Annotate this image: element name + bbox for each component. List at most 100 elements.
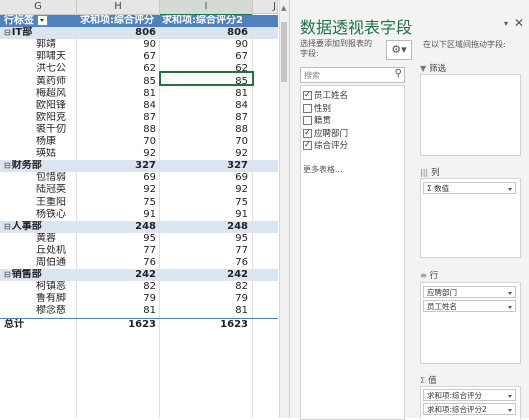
collapse-icon[interactable]: ⊟ xyxy=(4,221,11,233)
pivot-item-row: 穆念慈 81 81 xyxy=(0,305,278,317)
value-cell-h[interactable]: 92 xyxy=(104,148,156,160)
filter-zone[interactable] xyxy=(420,74,521,156)
values-chip-score2[interactable]: 求和项:综合评分2 xyxy=(423,403,516,415)
value-cell-h[interactable]: 77 xyxy=(104,245,156,257)
value-cell-h[interactable]: 82 xyxy=(104,281,156,293)
pivot-total-row: 总计 1623 1623 xyxy=(0,317,278,331)
columns-chip-values[interactable]: Σ 数值 xyxy=(423,182,516,194)
value-cell-i[interactable]: 1623 xyxy=(160,319,248,331)
value-header-i[interactable]: 求和项:综合评分2 xyxy=(162,15,252,27)
field-item[interactable]: 员工姓名 xyxy=(303,89,348,102)
value-cell-i[interactable]: 76 xyxy=(160,257,248,269)
values-chip-score[interactable]: 求和项:综合评分 xyxy=(423,389,516,401)
field-item[interactable]: 应聘部门 xyxy=(303,127,348,140)
field-item[interactable]: 综合评分 xyxy=(303,139,348,152)
value-cell-h[interactable]: 91 xyxy=(104,209,156,221)
collapse-icon[interactable]: ⊟ xyxy=(4,27,11,39)
value-cell-i[interactable]: 79 xyxy=(160,293,248,305)
value-cell-i[interactable]: 90 xyxy=(160,39,248,51)
value-cell-h[interactable]: 90 xyxy=(104,39,156,51)
value-cell-h[interactable]: 87 xyxy=(104,112,156,124)
rows-chip-employee[interactable]: 员工姓名 xyxy=(423,300,516,312)
value-cell-i[interactable]: 75 xyxy=(160,197,248,209)
value-cell-i[interactable]: 70 xyxy=(160,136,248,148)
spreadsheet-grid[interactable]: G H I J 行标签 求和项:综合评分 求和项:综合评分2 ⊟IT部 806 806 郭靖… xyxy=(0,0,278,418)
rows-zone-header: ≡ 行 xyxy=(420,269,438,281)
value-cell-h[interactable]: 88 xyxy=(104,124,156,136)
value-cell-h[interactable]: 81 xyxy=(104,305,156,317)
scroll-up-icon[interactable]: ▲ xyxy=(281,4,286,12)
value-cell-i[interactable]: 806 xyxy=(160,27,248,39)
group-label[interactable]: ⊟财务部 xyxy=(4,160,100,172)
close-icon[interactable]: ✕ xyxy=(514,16,524,30)
value-cell-h[interactable]: 81 xyxy=(104,88,156,100)
value-cell-h[interactable]: 79 xyxy=(104,293,156,305)
gear-icon: ⚙▾ xyxy=(391,43,407,56)
value-cell-h[interactable]: 62 xyxy=(104,63,156,75)
values-zone[interactable]: 求和项:综合评分 求和项:综合评分2 xyxy=(420,386,521,419)
value-cell-h[interactable]: 75 xyxy=(104,197,156,209)
value-cell-i[interactable]: 81 xyxy=(160,88,248,100)
rows-zone[interactable]: 应聘部门 员工姓名 xyxy=(420,282,521,364)
value-cell-h[interactable]: 85 xyxy=(104,76,156,88)
value-cell-i[interactable]: 248 xyxy=(160,221,248,233)
value-header-h[interactable]: 求和项:综合评分 xyxy=(80,15,160,27)
value-cell-i[interactable]: 91 xyxy=(160,209,248,221)
scrollbar-thumb[interactable] xyxy=(281,22,287,82)
field-checkbox[interactable] xyxy=(303,139,312,150)
total-label[interactable]: 总计 xyxy=(4,319,100,331)
value-cell-i[interactable]: 242 xyxy=(160,269,248,281)
value-cell-h[interactable]: 67 xyxy=(104,51,156,63)
field-checkbox[interactable] xyxy=(303,127,312,138)
tools-gear-button[interactable]: ⚙▾ xyxy=(386,40,412,60)
value-cell-h[interactable]: 92 xyxy=(104,184,156,196)
value-cell-i[interactable]: 67 xyxy=(160,51,248,63)
pane-options-chevron-icon[interactable]: ▾ xyxy=(504,19,508,28)
value-cell-i[interactable]: 92 xyxy=(160,148,248,160)
value-cell-h[interactable]: 84 xyxy=(104,100,156,112)
value-cell-i[interactable]: 81 xyxy=(160,305,248,317)
field-checkbox[interactable] xyxy=(303,89,312,100)
more-tables-link[interactable]: 更多表格... xyxy=(303,164,343,175)
columns-zone[interactable]: Σ 数值 xyxy=(420,178,521,258)
value-cell-h[interactable]: 1623 xyxy=(104,319,156,331)
value-cell-h[interactable]: 806 xyxy=(104,27,156,39)
field-item[interactable]: 籍贯 xyxy=(303,116,331,127)
pivot-item-row: 黄蓉 95 95 xyxy=(0,233,278,245)
collapse-icon[interactable]: ⊟ xyxy=(4,160,11,172)
value-cell-i[interactable]: 327 xyxy=(160,160,248,172)
value-cell-i[interactable]: 77 xyxy=(160,245,248,257)
value-cell-i[interactable]: 82 xyxy=(160,281,248,293)
value-cell-i[interactable]: 88 xyxy=(160,124,248,136)
column-header-j[interactable]: J xyxy=(253,0,278,14)
column-header-g[interactable]: G xyxy=(0,0,77,15)
value-cell-i[interactable]: 95 xyxy=(160,233,248,245)
group-label[interactable]: ⊟IT部 xyxy=(4,27,100,39)
value-cell-h[interactable]: 70 xyxy=(104,136,156,148)
column-header-h[interactable]: H xyxy=(77,0,160,15)
pivot-item-row: 陆冠英 92 92 xyxy=(0,184,278,196)
field-search-input[interactable]: 搜索 ⚲ xyxy=(300,67,405,83)
value-cell-h[interactable]: 76 xyxy=(104,257,156,269)
vertical-scrollbar[interactable]: ▲ xyxy=(279,0,289,418)
collapse-icon[interactable]: ⊟ xyxy=(4,269,11,281)
pivot-item-row: 周伯通 76 76 xyxy=(0,257,278,269)
value-cell-h[interactable]: 242 xyxy=(104,269,156,281)
value-cell-h[interactable]: 95 xyxy=(104,233,156,245)
value-cell-i[interactable]: 84 xyxy=(160,100,248,112)
value-cell-i[interactable]: 92 xyxy=(160,184,248,196)
row-filter-dropdown-icon[interactable] xyxy=(37,15,48,26)
field-checkbox[interactable] xyxy=(303,103,312,113)
column-header-i[interactable]: I xyxy=(160,0,253,16)
value-cell-i[interactable]: 87 xyxy=(160,112,248,124)
active-cell-selection[interactable] xyxy=(159,71,254,86)
group-label[interactable]: ⊟销售部 xyxy=(4,269,100,281)
field-item[interactable]: 性别 xyxy=(303,103,331,115)
value-cell-h[interactable]: 69 xyxy=(104,172,156,184)
value-cell-h[interactable]: 248 xyxy=(104,221,156,233)
value-cell-i[interactable]: 69 xyxy=(160,172,248,184)
rows-chip-department[interactable]: 应聘部门 xyxy=(423,286,516,298)
value-cell-h[interactable]: 327 xyxy=(104,160,156,172)
group-label[interactable]: ⊟人事部 xyxy=(4,221,100,233)
field-checkbox[interactable] xyxy=(303,116,312,125)
